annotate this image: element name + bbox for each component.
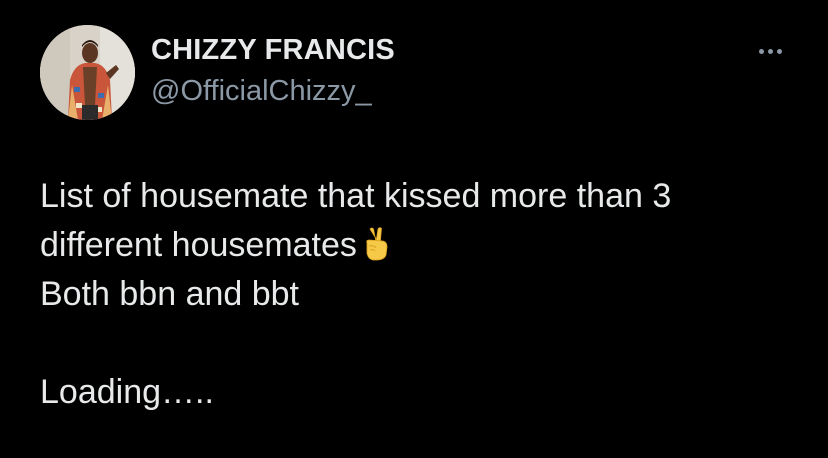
more-horizontal-icon [758,48,764,54]
author-handle[interactable]: @OfficialChizzy_ [151,75,372,108]
more-horizontal-icon-dot [776,48,782,54]
more-options-button[interactable] [752,40,788,62]
tweet-line: Both bbn and bbt [40,275,300,313]
tweet-text: List of housemate that kissed more than … [40,172,800,417]
avatar[interactable] [40,25,135,120]
tweet-line: different housemates [40,221,800,270]
tweet-card: CHIZZY FRANCIS @OfficialChizzy_ List of … [0,0,828,458]
more-horizontal-icon-dot [767,48,773,54]
victory-hand-icon [361,226,391,276]
tweet-line-text: different housemates [40,226,357,264]
author-display-name[interactable]: CHIZZY FRANCIS [151,34,395,67]
tweet-line: Loading….. [40,373,214,411]
avatar-image [40,25,135,120]
tweet-line: List of housemate that kissed more than … [40,177,672,215]
